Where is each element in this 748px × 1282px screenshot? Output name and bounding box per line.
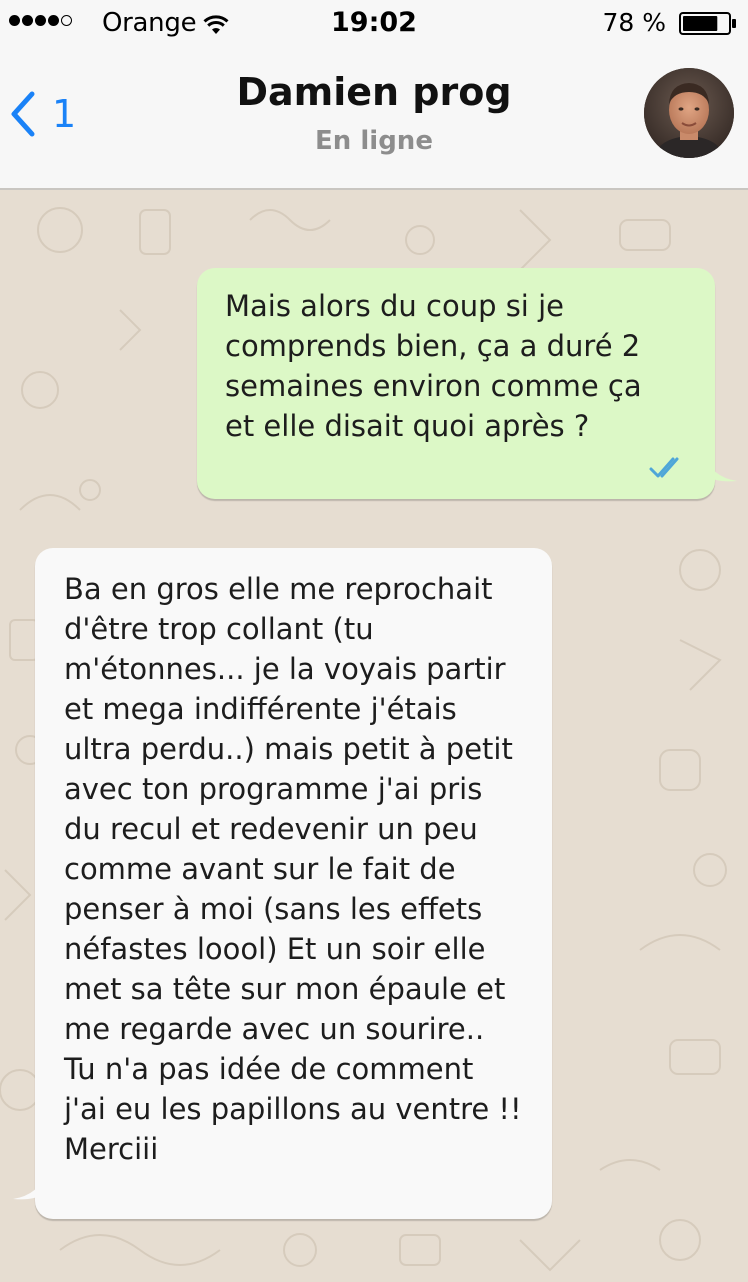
avatar-photo bbox=[644, 68, 734, 158]
message-text-line: semaines environ comme ça bbox=[225, 369, 642, 403]
message-text-line: comprends bien, ça a duré 2 bbox=[225, 329, 641, 363]
message-text-line: d'être trop collant (tu bbox=[64, 612, 374, 646]
message-text-line: met sa tête sur mon épaule et bbox=[64, 972, 506, 1006]
message-text-line: et mega indifférente j'étais bbox=[64, 692, 457, 726]
outgoing-message-bubble[interactable]: Mais alors du coup si je comprends bien,… bbox=[197, 268, 737, 499]
incoming-message-bubble[interactable]: Ba en gros elle me reprochait d'être tro… bbox=[13, 548, 552, 1219]
message-text-line: néfastes loool) Et un soir elle bbox=[64, 932, 486, 966]
status-bar: Orange 19:02 78 % bbox=[0, 0, 748, 46]
message-text-line: Ba en gros elle me reprochait bbox=[64, 572, 493, 606]
double-check-read-icon bbox=[649, 457, 679, 478]
battery-percent: 78 % bbox=[602, 8, 666, 37]
battery-icon bbox=[679, 12, 736, 35]
contact-status: En ligne bbox=[315, 126, 433, 156]
message-text-line: comme avant sur le fait de bbox=[64, 852, 456, 886]
message-text-line: du recul et redevenir un peu bbox=[64, 812, 478, 846]
contact-name[interactable]: Damien prog bbox=[0, 70, 748, 114]
message-list[interactable]: Mais alors du coup si je comprends bien,… bbox=[0, 190, 748, 1282]
message-text-line: avec ton programme j'ai pris bbox=[64, 772, 483, 806]
message-text-line: ultra perdu..) mais petit à petit bbox=[64, 732, 513, 766]
message-text-line: Tu n'a pas idée de comment bbox=[64, 1052, 474, 1086]
bubble-tail bbox=[13, 1171, 47, 1200]
contact-avatar[interactable] bbox=[644, 68, 734, 158]
message-text-line: m'étonnes... je la voyais partir bbox=[64, 652, 506, 686]
message-text-line: Merciii bbox=[64, 1132, 159, 1166]
message-text-line: Mais alors du coup si je bbox=[225, 289, 564, 323]
chat-header: 1 Damien prog En ligne bbox=[0, 46, 748, 190]
message-text-line: et elle disait quoi après ? bbox=[225, 409, 590, 443]
message-text-line: j'ai eu les papillons au ventre !! bbox=[64, 1092, 522, 1126]
bubble-tail bbox=[703, 453, 737, 482]
message-text-line: me regarde avec un sourire.. bbox=[64, 1012, 485, 1046]
message-text-line: penser à moi (sans les effets bbox=[64, 892, 483, 926]
